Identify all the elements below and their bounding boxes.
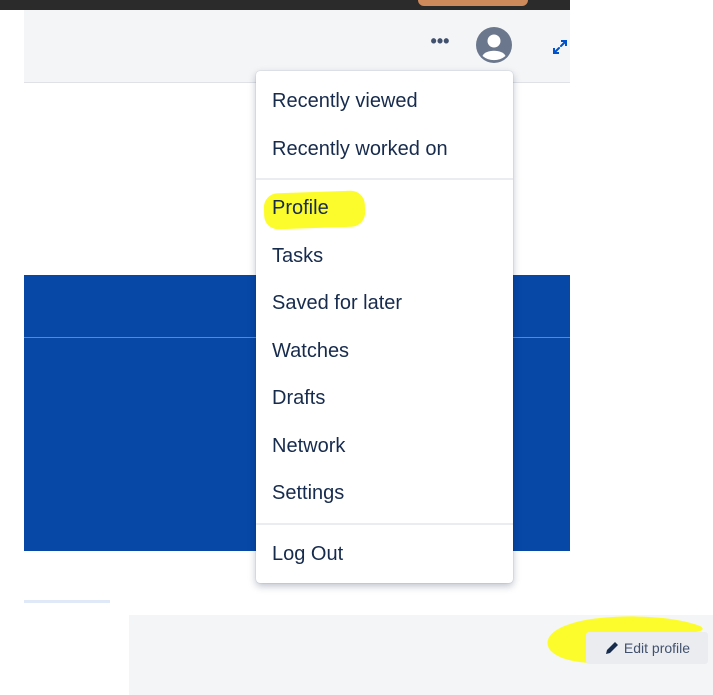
menu-item-watches[interactable]: Watches: [256, 331, 513, 371]
edit-profile-label: Edit profile: [623, 640, 691, 656]
top-accent-tab: [418, 0, 528, 6]
menu-item-network[interactable]: Network: [256, 426, 513, 466]
more-horizontal-icon[interactable]: •••: [428, 29, 452, 53]
expand-arrows-icon[interactable]: [553, 40, 567, 54]
pencil-icon: [605, 642, 618, 654]
menu-divider: [256, 523, 513, 525]
user-dropdown-menu: Recently viewed Recently worked on Profi…: [256, 71, 513, 583]
menu-item-log-out[interactable]: Log Out: [256, 534, 513, 574]
menu-divider: [256, 178, 513, 180]
edit-profile-button[interactable]: Edit profile: [586, 632, 708, 664]
menu-item-recently-worked-on[interactable]: Recently worked on: [256, 129, 513, 169]
menu-item-saved-for-later[interactable]: Saved for later: [256, 283, 513, 323]
menu-item-profile[interactable]: Profile: [256, 188, 513, 228]
menu-item-tasks[interactable]: Tasks: [256, 236, 513, 276]
menu-item-recently-viewed[interactable]: Recently viewed: [256, 81, 513, 121]
user-avatar-icon[interactable]: [476, 27, 512, 63]
tab-underline: [24, 600, 110, 603]
menu-item-settings[interactable]: Settings: [256, 473, 513, 513]
menu-item-drafts[interactable]: Drafts: [256, 378, 513, 418]
app-window: ••• Edit profile Recently viewed Recentl…: [0, 0, 713, 695]
